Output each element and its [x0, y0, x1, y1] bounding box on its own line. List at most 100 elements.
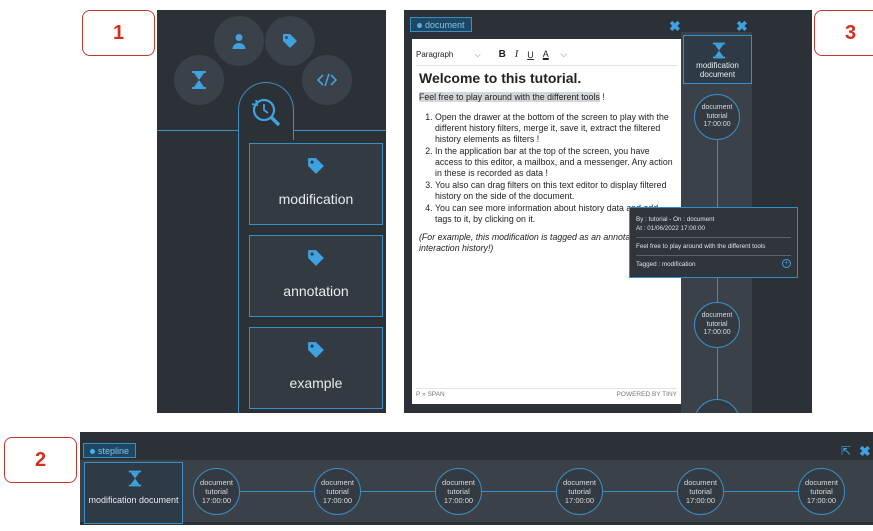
stepline-tab[interactable]: stepline	[83, 443, 137, 458]
history-node[interactable]: document tutorial 17:00:00	[694, 94, 740, 140]
tag-filter-button[interactable]	[265, 16, 315, 66]
tag-icon	[308, 250, 324, 266]
filter-drawer-panel: modification annotation example	[157, 10, 386, 413]
stepline-filter-title: modification document	[88, 495, 179, 505]
format-select[interactable]: Paragraph ⌵	[416, 50, 490, 60]
italic-button[interactable]: I	[515, 49, 518, 60]
hourglass-icon	[128, 470, 142, 487]
tab-dot-icon	[90, 449, 95, 455]
history-node[interactable]: document tutorial 17:00:00	[798, 468, 845, 515]
node-type: document	[805, 478, 838, 487]
plus-icon: +	[784, 260, 789, 267]
element-path: P » SPAN	[416, 391, 445, 398]
code-filter-button[interactable]	[302, 55, 352, 105]
tag-card-modification[interactable]: modification	[249, 143, 383, 225]
node-time: 17:00:00	[703, 329, 731, 337]
tooltip-divider	[636, 255, 791, 256]
format-select-label: Paragraph	[416, 49, 454, 59]
tooltip-content: Feel free to play around with the differ…	[636, 243, 766, 250]
stepline-filter-header[interactable]: modification document	[84, 462, 183, 524]
sidebar-filter-title: modification document	[696, 61, 739, 79]
tab-dot-icon	[417, 23, 422, 29]
history-detail-tooltip: By : tutorial - On : document At : 01/06…	[629, 207, 798, 278]
node-user: tutorial	[810, 487, 833, 496]
history-node[interactable]: document tutorial 17:00:00	[556, 468, 603, 515]
history-node[interactable]: document tutorial 17:00:00	[677, 468, 724, 515]
user-icon	[232, 34, 246, 49]
chevron-down-icon: ⌵	[474, 49, 481, 59]
history-node[interactable]: document tutorial 17:00:00	[314, 468, 361, 515]
history-filter-tab[interactable]	[238, 82, 294, 140]
drawer-divider-right	[294, 130, 386, 131]
text-color-button[interactable]: A ⌵	[543, 49, 576, 60]
tag-card-label: modification	[278, 191, 354, 207]
time-filter-button[interactable]	[174, 55, 224, 105]
timeline-connector	[717, 348, 718, 399]
node-type: document	[563, 478, 596, 487]
drawer-divider-left	[157, 130, 238, 131]
node-user: tutorial	[326, 487, 349, 496]
tooltip-at: At : 01/06/2022 17:00:00	[636, 225, 705, 232]
add-tag-button[interactable]: +	[782, 259, 791, 268]
stepline-panel: stepline ⇱ ✖ modification document docum…	[80, 432, 873, 525]
tag-card-label: annotation	[283, 283, 349, 299]
tag-card-label: example	[289, 375, 343, 391]
node-type: document	[321, 478, 354, 487]
document-panel: document ✖ ✖ Paragraph ⌵ B I U A ⌵ Welco…	[404, 10, 812, 413]
node-time: 17:00:00	[806, 496, 837, 505]
sidebar-filter-header[interactable]: modification document	[683, 35, 752, 84]
node-type: document	[442, 478, 475, 487]
editor-heading: Welcome to this tutorial.	[419, 70, 582, 86]
hourglass-icon	[712, 42, 726, 59]
node-user: tutorial	[706, 112, 728, 120]
chevron-down-icon: ⌵	[560, 49, 568, 59]
timeline-connector	[724, 491, 798, 492]
arrow-up-left-icon: ⇱	[841, 444, 852, 458]
history-node[interactable]: document tutorial 17:00:00	[193, 468, 240, 515]
editor-statusbar: P » SPAN POWERED BY TINY	[416, 388, 677, 400]
node-user: tutorial	[689, 487, 712, 496]
tag-icon	[283, 34, 297, 48]
user-filter-button[interactable]	[214, 16, 264, 66]
list-item: You also can drag filters on this text e…	[435, 180, 676, 202]
underline-button[interactable]: U	[527, 50, 534, 60]
close-icon: ✖	[859, 443, 871, 459]
node-user: tutorial	[706, 320, 728, 328]
close-editor-button[interactable]: ✖	[669, 19, 681, 33]
tag-card-annotation[interactable]: annotation	[249, 235, 383, 317]
node-time: 17:00:00	[443, 496, 474, 505]
node-user: tutorial	[568, 487, 591, 496]
node-time: 17:00:00	[322, 496, 353, 505]
history-node[interactable]: document tutorial 17:00:00	[435, 468, 482, 515]
powered-by[interactable]: POWERED BY TINY	[617, 391, 677, 398]
tag-icon	[308, 342, 324, 358]
editor-toolbar: Paragraph ⌵ B I U A ⌵	[416, 44, 677, 66]
callout-3: 3	[814, 10, 873, 56]
tag-card-example[interactable]: example	[249, 327, 383, 409]
highlight-paragraph: Feel free to play around with the differ…	[419, 92, 676, 103]
highlighted-text[interactable]: Feel free to play around with the differ…	[419, 92, 600, 102]
history-node[interactable]: document tutorial 17:00:00	[694, 302, 740, 348]
history-search-icon	[251, 98, 281, 126]
bold-button[interactable]: B	[499, 49, 506, 60]
node-time: 17:00:00	[201, 496, 232, 505]
document-tab[interactable]: document	[410, 17, 472, 32]
highlight-suffix: !	[599, 92, 605, 102]
history-node[interactable]: document	[694, 399, 740, 413]
node-user: tutorial	[447, 487, 470, 496]
node-type: document	[701, 104, 733, 112]
node-type: document	[701, 312, 733, 320]
text-color-label: A	[542, 49, 549, 59]
node-time: 17:00:00	[703, 121, 731, 129]
collapse-button[interactable]: ⇱	[841, 444, 851, 458]
close-sidebar-button[interactable]: ✖	[736, 19, 748, 33]
drawer-rail	[238, 140, 239, 413]
hourglass-icon	[192, 71, 206, 89]
timeline-connector	[603, 491, 677, 492]
node-time: 17:00:00	[564, 496, 595, 505]
callout-2: 2	[4, 437, 77, 483]
list-item: Open the drawer at the bottom of the scr…	[435, 112, 676, 145]
tooltip-divider	[636, 237, 791, 238]
tag-icon	[308, 158, 324, 174]
close-stepline-button[interactable]: ✖	[859, 443, 871, 460]
